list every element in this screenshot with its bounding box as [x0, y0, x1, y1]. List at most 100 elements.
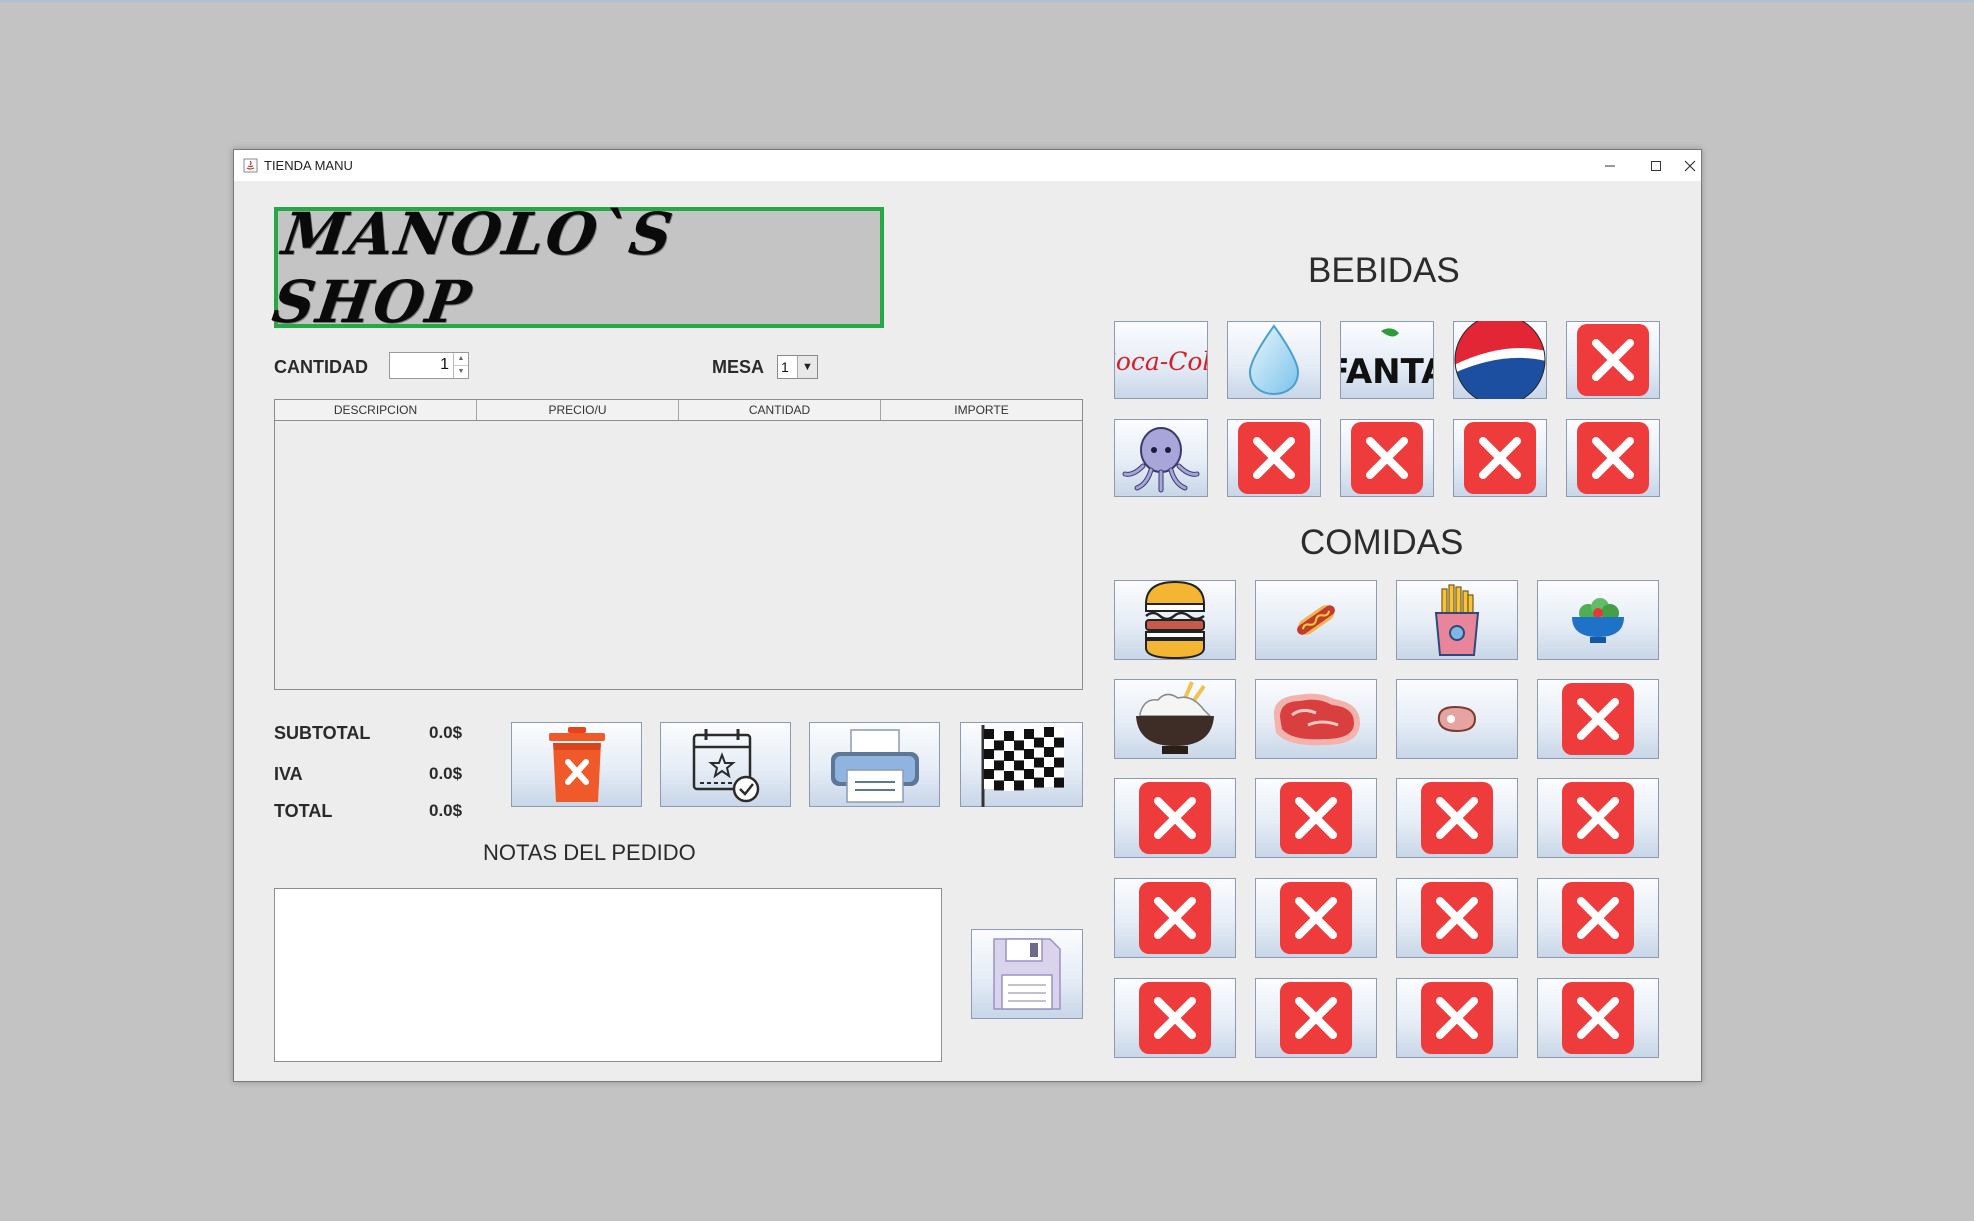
- red-x-icon: [1562, 683, 1634, 755]
- water-drop-icon: [1248, 324, 1300, 396]
- cantidad-value[interactable]: 1: [440, 356, 449, 374]
- food-button-empty[interactable]: [1114, 878, 1236, 958]
- food-button-empty[interactable]: [1255, 778, 1377, 858]
- red-x-icon: [1577, 324, 1649, 396]
- pepsi-icon: [1454, 321, 1546, 399]
- bebidas-title: BEBIDAS: [1308, 251, 1460, 290]
- drink-button-empty[interactable]: [1227, 419, 1321, 497]
- food-button-empty[interactable]: [1537, 778, 1659, 858]
- title-bar[interactable]: TIENDA MANU: [234, 150, 1701, 181]
- red-x-icon: [1139, 882, 1211, 954]
- drink-button-empty[interactable]: [1566, 321, 1660, 399]
- red-x-icon: [1421, 782, 1493, 854]
- red-x-icon: [1238, 422, 1310, 494]
- red-x-icon: [1351, 422, 1423, 494]
- mesa-select[interactable]: 1 ▼: [777, 355, 818, 379]
- food-button-empty[interactable]: [1114, 978, 1236, 1058]
- total-label: TOTAL: [274, 801, 333, 821]
- red-x-icon: [1280, 882, 1352, 954]
- mesa-label: MESA: [712, 357, 765, 377]
- subtotal-value: 0.0$: [429, 723, 463, 742]
- close-icon: [1684, 160, 1696, 172]
- spinner-arrows[interactable]: ▲ ▼: [453, 353, 468, 378]
- coca-cola-icon: Coca-Cola: [1115, 347, 1207, 376]
- red-x-icon: [1562, 782, 1634, 854]
- food-button-salad[interactable]: [1537, 580, 1659, 660]
- drink-button-coca-cola[interactable]: Coca-Cola: [1114, 321, 1208, 399]
- spinner-up-icon[interactable]: ▲: [454, 353, 468, 366]
- logo-text: MANOLO`S SHOP: [268, 199, 679, 336]
- spinner-down-icon[interactable]: ▼: [454, 366, 468, 378]
- fanta-icon: FANTA: [1341, 328, 1433, 392]
- svg-text:Coca-Cola: Coca-Cola: [1115, 347, 1207, 376]
- save-button[interactable]: [971, 929, 1083, 1019]
- column-header-importe[interactable]: IMPORTE: [881, 400, 1082, 420]
- food-button-empty[interactable]: [1396, 878, 1518, 958]
- food-button-empty[interactable]: [1537, 978, 1659, 1058]
- order-table[interactable]: DESCRIPCION PRECIO/U CANTIDAD IMPORTE: [274, 399, 1083, 690]
- food-button-steak[interactable]: [1255, 679, 1377, 759]
- food-button-empty[interactable]: [1255, 978, 1377, 1058]
- finish-order-button[interactable]: [960, 722, 1083, 807]
- food-button-hotdog[interactable]: [1255, 580, 1377, 660]
- column-header-descripcion[interactable]: DESCRIPCION: [275, 400, 477, 420]
- column-header-precio[interactable]: PRECIO/U: [477, 400, 679, 420]
- shop-logo: MANOLO`S SHOP: [268, 200, 884, 336]
- column-header-cantidad[interactable]: CANTIDAD: [679, 400, 881, 420]
- food-button-empty[interactable]: [1255, 878, 1377, 958]
- rice-bowl-icon: [1136, 681, 1214, 754]
- red-x-icon: [1577, 422, 1649, 494]
- food-button-empty[interactable]: [1537, 878, 1659, 958]
- food-button-rice[interactable]: [1114, 679, 1236, 759]
- red-x-icon: [1421, 882, 1493, 954]
- notes-title: NOTAS DEL PEDIDO: [483, 840, 696, 865]
- comidas-title: COMIDAS: [1300, 523, 1464, 562]
- drink-button-octopus[interactable]: [1114, 419, 1208, 497]
- total-value: 0.0$: [429, 801, 463, 820]
- hotdog-icon: [1297, 605, 1335, 635]
- food-button-fries[interactable]: [1396, 580, 1518, 660]
- schedule-button[interactable]: [660, 722, 791, 807]
- cantidad-label: CANTIDAD: [274, 357, 368, 377]
- drink-button-water[interactable]: [1227, 321, 1321, 399]
- desktop-top-edge: [0, 0, 1974, 2]
- iva-value: 0.0$: [429, 764, 463, 783]
- close-button[interactable]: [1679, 150, 1701, 181]
- food-button-burger[interactable]: [1114, 580, 1236, 660]
- food-button-empty[interactable]: [1537, 679, 1659, 759]
- red-x-icon: [1139, 982, 1211, 1054]
- octopus-icon: [1122, 427, 1200, 493]
- print-button[interactable]: [809, 722, 940, 807]
- calendar-icon: [692, 728, 759, 802]
- maximize-icon: [1651, 161, 1661, 171]
- drink-button-empty[interactable]: [1340, 419, 1434, 497]
- minimize-button[interactable]: [1587, 150, 1633, 181]
- red-x-icon: [1464, 422, 1536, 494]
- delete-button[interactable]: [511, 722, 642, 807]
- svg-text:FANTA: FANTA: [1341, 352, 1433, 392]
- red-x-icon: [1562, 882, 1634, 954]
- cantidad-spinner[interactable]: 1 ▲ ▼: [389, 352, 469, 379]
- drink-button-fanta[interactable]: FANTA: [1340, 321, 1434, 399]
- food-button-empty[interactable]: [1396, 978, 1518, 1058]
- drink-button-empty[interactable]: [1453, 419, 1547, 497]
- drink-button-pepsi[interactable]: [1453, 321, 1547, 399]
- subtotal-label: SUBTOTAL: [274, 723, 371, 743]
- chevron-down-icon[interactable]: ▼: [797, 356, 817, 378]
- red-x-icon: [1280, 982, 1352, 1054]
- java-app-icon: [243, 158, 258, 173]
- food-button-empty[interactable]: [1114, 778, 1236, 858]
- checkered-flag-icon: [981, 724, 1064, 807]
- notes-textarea[interactable]: [274, 888, 942, 1062]
- maximize-button[interactable]: [1633, 150, 1679, 181]
- iva-label: IVA: [274, 764, 303, 784]
- salad-bowl-icon: [1572, 598, 1624, 643]
- food-button-empty[interactable]: [1396, 778, 1518, 858]
- red-x-icon: [1421, 982, 1493, 1054]
- minimize-icon: [1605, 165, 1615, 167]
- printer-icon: [830, 728, 919, 803]
- drink-button-empty[interactable]: [1566, 419, 1660, 497]
- red-x-icon: [1139, 782, 1211, 854]
- steak-icon: [1273, 693, 1360, 746]
- food-button-ham[interactable]: [1396, 679, 1518, 759]
